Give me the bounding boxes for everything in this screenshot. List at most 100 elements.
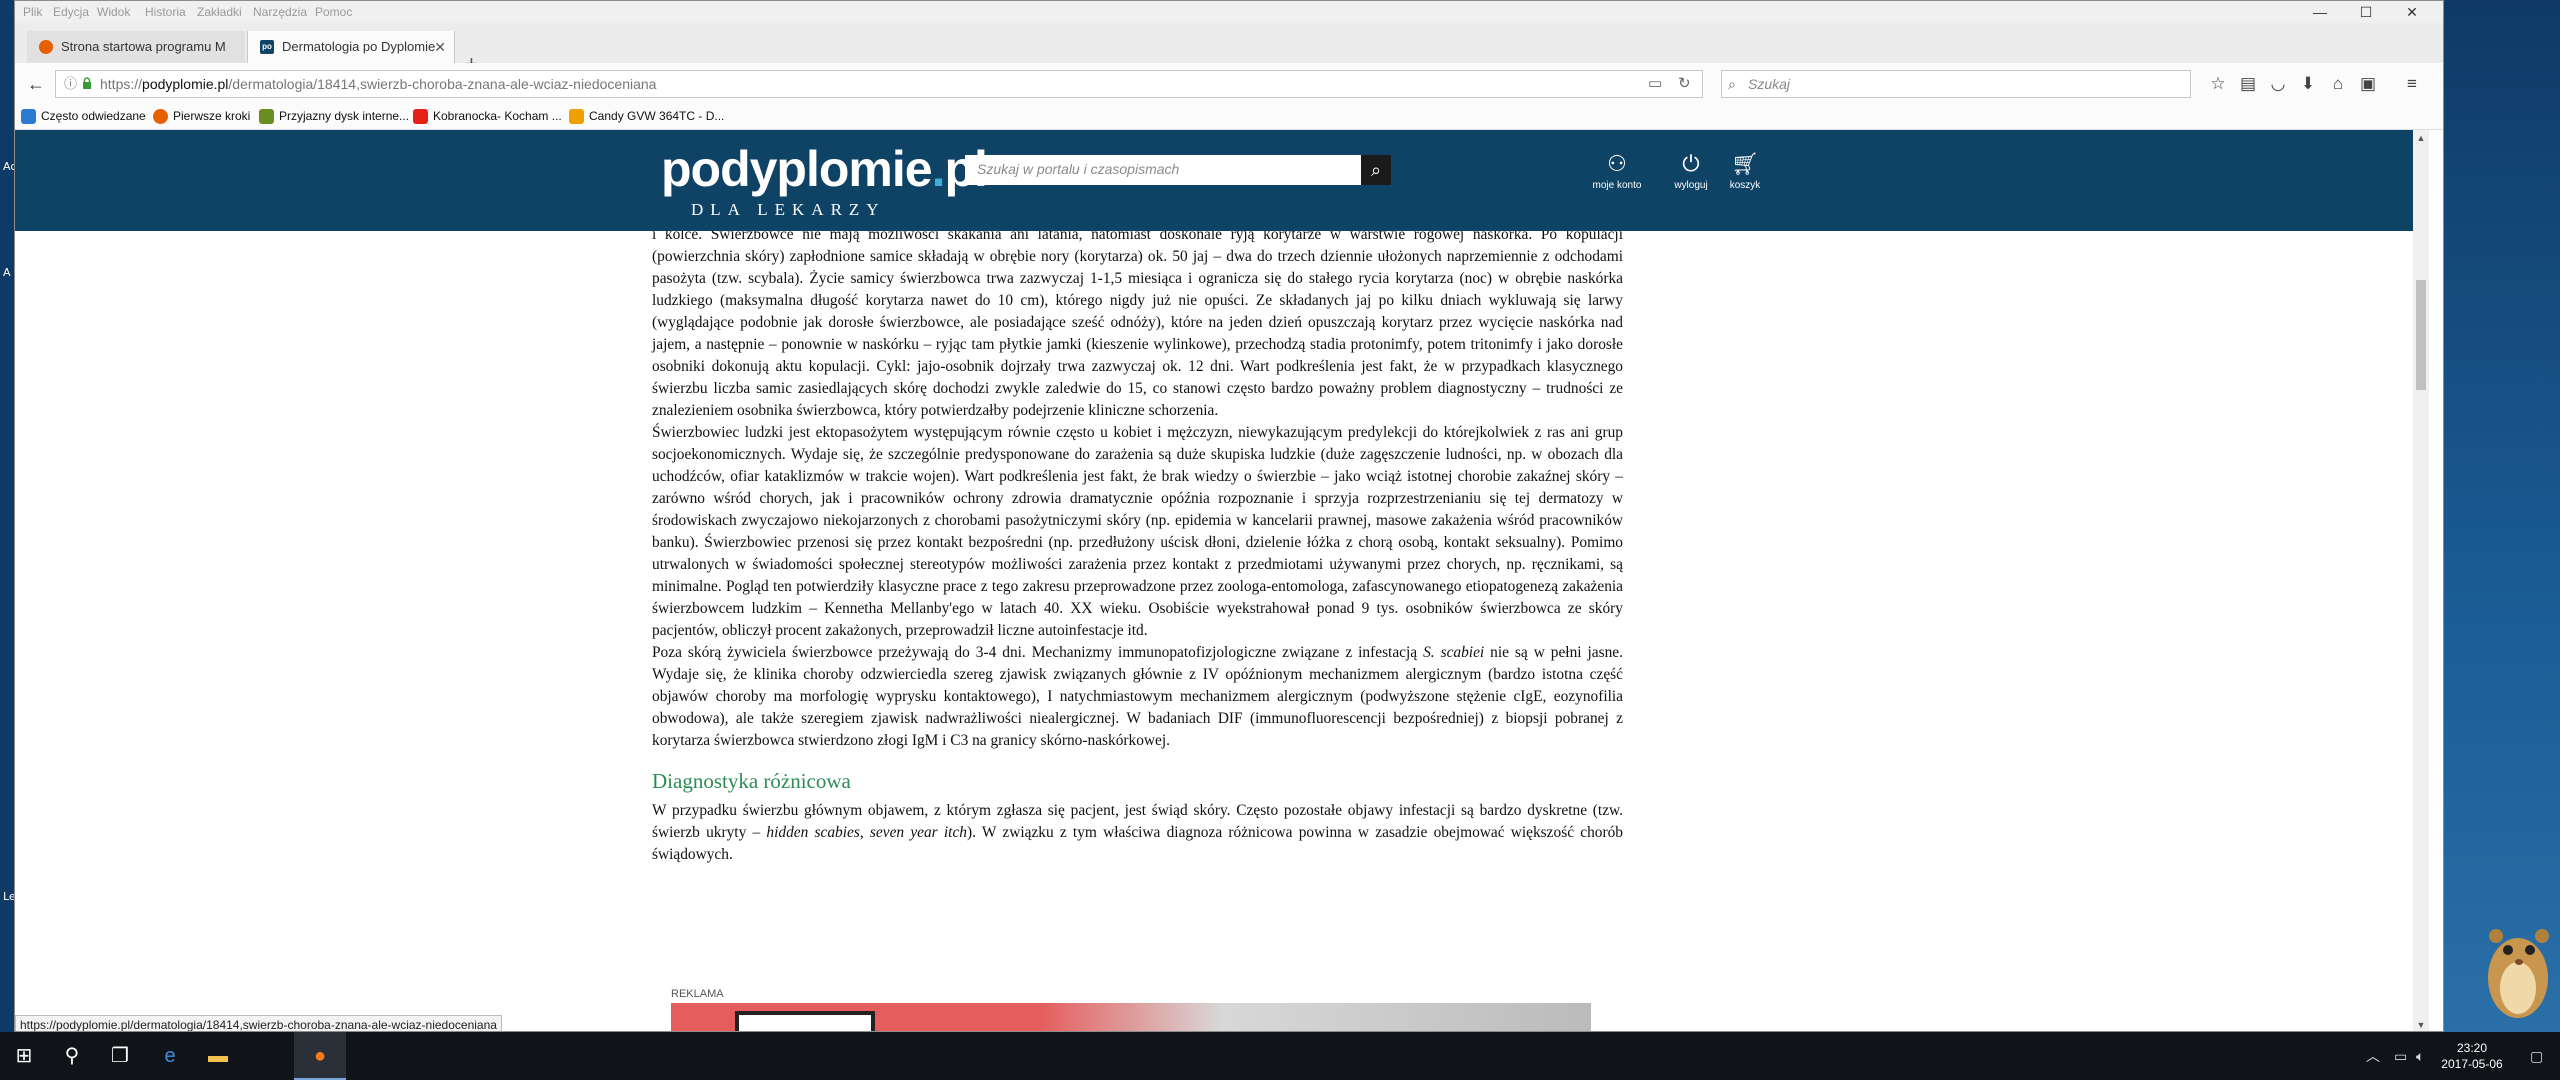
tab-bar: Strona startowa programu M po Dermatolog… (15, 23, 2443, 76)
task-view-icon: ❐ (111, 1045, 129, 1067)
ad-image (735, 1011, 875, 1031)
menubar: Plik Edycja Widok Historia Zakładki Narz… (15, 1, 2443, 23)
edge-button[interactable]: e (146, 1032, 194, 1080)
url-domain: podyplomie.pl (142, 76, 229, 92)
close-tab-icon[interactable]: ✕ (434, 31, 446, 63)
reader-view-icon[interactable]: ▭ (1648, 71, 1662, 97)
reload-icon[interactable]: ↻ (1678, 71, 1691, 97)
logout-link[interactable]: ⏻ wyloguj (1661, 151, 1721, 192)
menu-edit[interactable]: Edycja (53, 5, 89, 19)
start-button[interactable]: ⊞ (0, 1032, 48, 1080)
bookmark-item[interactable]: Kobranocka- Kocham ... (413, 109, 562, 124)
menu-help[interactable]: Pomoc (315, 5, 352, 19)
power-icon: ⏻ (1682, 151, 1700, 176)
menu-file[interactable]: Plik (23, 5, 42, 19)
search-icon: ⌕ (1728, 76, 1736, 92)
scrollbar-thumb[interactable] (2416, 280, 2426, 390)
navigation-bar: ← ⓘ https://podyplomie.pl/dermatologia/1… (15, 63, 2443, 106)
tray-overflow-icon[interactable]: ︿ (2366, 1032, 2380, 1080)
tab-start-page[interactable]: Strona startowa programu M (27, 31, 245, 63)
maximize-button[interactable]: ☐ (2343, 1, 2389, 23)
page-content: i kolce. Świerzbowce nie mają możliwości… (15, 130, 2429, 1031)
drive-icon (259, 109, 274, 124)
menu-tools[interactable]: Narzędzia (253, 5, 307, 19)
scroll-down-icon[interactable]: ▼ (2413, 1017, 2429, 1031)
hamster-desktop-pet[interactable] (2476, 916, 2556, 1026)
menu-bookmarks[interactable]: Zakładki (197, 5, 242, 19)
ad-label: REKLAMA (671, 988, 724, 1000)
article-paragraph: W przypadku świerzbu głównym objawem, z … (652, 802, 1623, 863)
search-placeholder: Szukaj (1748, 76, 1791, 92)
search-icon: ⚲ (64, 1045, 80, 1067)
site-search-placeholder: Szukaj w portalu i czasopismach (977, 161, 1180, 177)
article-paragraph: Świerzbowiec ludzki jest ektopasożytem w… (652, 424, 1623, 639)
windows-icon: ⊞ (15, 1045, 33, 1067)
account-link[interactable]: ⚇ moje konto (1587, 151, 1647, 192)
lock-icon (83, 77, 91, 89)
site-search-button[interactable]: ⌕ (1361, 155, 1391, 185)
menu-history[interactable]: Historia (145, 5, 186, 19)
minimize-button[interactable]: — (2297, 1, 2343, 23)
firefox-icon (153, 109, 168, 124)
firefox-icon: ● (313, 1045, 327, 1067)
article-paragraph: Poza skórą żywiciela świerzbowce przeżyw… (652, 644, 1623, 749)
close-window-button[interactable]: ✕ (2389, 1, 2435, 23)
desktop-label[interactable]: A (3, 266, 11, 279)
bookmarks-toolbar: Często odwiedzane Pierwsze kroki Przyjaz… (15, 105, 2443, 130)
url-bar[interactable]: ⓘ https://podyplomie.pl/dermatologia/184… (55, 70, 1703, 98)
scroll-up-icon[interactable]: ▲ (2413, 130, 2429, 146)
bookmark-item[interactable]: Pierwsze kroki (153, 109, 250, 124)
hamburger-menu-icon[interactable]: ≡ (2399, 71, 2425, 97)
tab-title: Strona startowa programu M (61, 39, 226, 54)
status-link-preview: https://podyplomie.pl/dermatologia/18414… (15, 1015, 502, 1031)
youtube-icon (413, 109, 428, 124)
info-icon[interactable]: ⓘ (64, 71, 77, 97)
date: 2017-05-06 (2441, 1057, 2503, 1071)
clock[interactable]: 23:20 2017-05-06 (2432, 1040, 2512, 1072)
cart-icon: 🛒︎ (1731, 151, 1759, 176)
article-paragraph: i kolce. Świerzbowce nie mają możliwości… (652, 226, 1623, 419)
article-body: i kolce. Świerzbowce nie mają możliwości… (652, 224, 1623, 866)
notifications-icon[interactable]: ▢ (2530, 1032, 2543, 1080)
user-icon: ⚇ (1607, 151, 1627, 176)
tab-dermatologia[interactable]: po Dermatologia po Dyplomie ✕ (247, 31, 455, 63)
search-bar[interactable]: ⌕ Szukaj (1721, 70, 2191, 98)
bookmark-item[interactable]: Często odwiedzane (21, 109, 146, 124)
bookmarks-folder-icon (21, 109, 36, 124)
url-prefix: https:// (100, 76, 143, 92)
site-logo[interactable]: podyplomie.pl (661, 140, 988, 198)
volume-icon[interactable]: 🔈︎ (2416, 1032, 2424, 1080)
bookmark-item[interactable]: Przyjazny dysk interne... (259, 109, 409, 124)
cart-link[interactable]: 🛒︎ koszyk (1715, 151, 1775, 192)
search-icon: ⌕ (1370, 160, 1382, 180)
explorer-button[interactable]: ▬ (194, 1032, 242, 1080)
url-text[interactable]: https://podyplomie.pl/dermatologia/18414… (100, 71, 656, 97)
bookmark-star-icon[interactable]: ☆ (2205, 71, 2231, 97)
back-button[interactable]: ← (23, 71, 49, 97)
firefox-taskbar-button[interactable]: ● (294, 1032, 346, 1080)
home-icon[interactable]: ⌂ (2325, 71, 2351, 97)
network-icon[interactable]: ▭ (2394, 1032, 2407, 1080)
task-view-button[interactable]: ❐ (96, 1032, 144, 1080)
site-header: podyplomie.pl DLA LEKARZY Szukaj w porta… (15, 130, 2429, 231)
tab-title: Dermatologia po Dyplomie (282, 39, 436, 54)
page-scrollbar[interactable]: ▲ ▼ (2413, 130, 2429, 1031)
search-taskbar-button[interactable]: ⚲ (48, 1032, 96, 1080)
download-icon[interactable]: ⬇ (2295, 71, 2321, 97)
po-site-icon: po (260, 40, 274, 54)
taskbar: ⊞ ⚲ ❐ e ▬ ● ︿ ▭ 🔈︎ 23:20 2017-05-06 ▢ (0, 1032, 2560, 1080)
section-heading: Diagnostyka różnicowa (652, 769, 851, 793)
url-path: /dermatologia/18414,swierzb-choroba-znan… (228, 76, 657, 92)
logo-subtitle: DLA LEKARZY (691, 200, 886, 219)
edge-icon: e (164, 1045, 176, 1067)
time: 23:20 (2456, 1041, 2488, 1055)
bookmark-site-icon (569, 109, 584, 124)
bookmark-item[interactable]: Candy GVW 364TC - D... (569, 109, 724, 124)
firefox-icon (39, 40, 53, 54)
advertisement-banner[interactable] (671, 1003, 1591, 1031)
screenshot-icon[interactable]: ▣ (2355, 71, 2381, 97)
pocket-icon[interactable]: ◡ (2265, 71, 2291, 97)
site-search-input[interactable]: Szukaj w portalu i czasopismach ⌕ (965, 155, 1391, 185)
menu-view[interactable]: Widok (97, 5, 130, 19)
library-icon[interactable]: ▤ (2235, 71, 2261, 97)
